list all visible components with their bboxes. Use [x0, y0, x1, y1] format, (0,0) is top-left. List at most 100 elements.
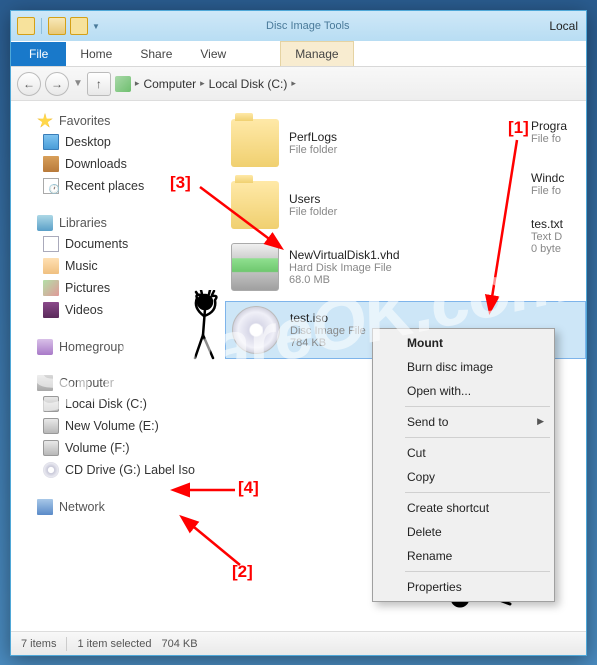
tab-manage[interactable]: Manage: [280, 41, 353, 66]
file-item-windows[interactable]: WindcFile fo: [531, 167, 567, 201]
forward-button[interactable]: →: [45, 72, 69, 96]
sidebar-item-videos[interactable]: Videos: [23, 299, 217, 321]
up-button[interactable]: ↑: [87, 72, 111, 96]
drive-icon: [43, 396, 59, 412]
folder-icon: [231, 119, 279, 167]
tab-view[interactable]: View: [186, 42, 240, 66]
sidebar-item-label: Desktop: [65, 135, 111, 149]
file-name: Users: [289, 192, 337, 206]
vhd-icon: [231, 243, 279, 291]
computer-icon: [37, 375, 53, 391]
ctx-create-shortcut[interactable]: Create shortcut: [375, 496, 552, 520]
tab-file[interactable]: File: [11, 42, 66, 66]
sidebar-item-label: Recent places: [65, 179, 144, 193]
separator: [405, 406, 550, 407]
sidebar-item-label: Documents: [65, 237, 128, 251]
ctx-cut[interactable]: Cut: [375, 441, 552, 465]
context-menu: Mount Burn disc image Open with... Send …: [372, 328, 555, 602]
sidebar-item-pictures[interactable]: Pictures: [23, 277, 217, 299]
history-dropdown-icon[interactable]: ▼: [73, 78, 83, 89]
desktop-icon: [43, 134, 59, 150]
sidebar-item-documents[interactable]: Documents: [23, 233, 217, 255]
file-name: PerfLogs: [289, 130, 337, 144]
ctx-mount[interactable]: Mount: [375, 331, 552, 355]
ctx-label: Send to: [407, 415, 448, 429]
file-name: Windc: [531, 171, 564, 185]
sidebar-item-downloads[interactable]: Downloads: [23, 153, 217, 175]
breadcrumb-localdisk[interactable]: Local Disk (C:): [209, 77, 288, 91]
chevron-right-icon[interactable]: ▸: [200, 78, 205, 89]
tab-share[interactable]: Share: [126, 42, 186, 66]
network-icon: [37, 499, 53, 515]
music-icon: [43, 258, 59, 274]
qat-newfolder-icon[interactable]: [70, 17, 88, 35]
ctx-burn-disc-image[interactable]: Burn disc image: [375, 355, 552, 379]
file-column-2: PrograFile fo WindcFile fo tes.txtText D…: [531, 115, 567, 265]
sidebar-item-localdisk-c[interactable]: Local Disk (C:): [23, 393, 217, 415]
back-button[interactable]: ←: [17, 72, 41, 96]
ctx-delete[interactable]: Delete: [375, 520, 552, 544]
ctx-open-with[interactable]: Open with...: [375, 379, 552, 403]
separator: [66, 637, 67, 651]
file-name: tes.txt: [531, 217, 563, 231]
nav-bar: ← → ▼ ↑ ▸ Computer ▸ Local Disk (C:) ▸: [11, 67, 586, 101]
breadcrumb-computer[interactable]: Computer: [143, 77, 196, 91]
sidebar-item-desktop[interactable]: Desktop: [23, 131, 217, 153]
ctx-copy[interactable]: Copy: [375, 465, 552, 489]
address-bar[interactable]: ▸ Computer ▸ Local Disk (C:) ▸: [115, 76, 580, 92]
sidebar-label: Favorites: [59, 114, 110, 128]
sidebar-item-volume-f[interactable]: Volume (F:): [23, 437, 217, 459]
status-bar: 7 items 1 item selected 704 KB: [11, 631, 586, 655]
window-title: Local: [549, 19, 578, 33]
file-type: Text D: [531, 231, 563, 243]
file-item-testxt[interactable]: tes.txtText D0 byte: [531, 213, 567, 259]
sidebar-favorites[interactable]: Favorites: [23, 111, 217, 131]
sidebar-item-label: Downloads: [65, 157, 127, 171]
status-item-count: 7 items: [21, 638, 56, 650]
navigation-pane: Favorites Desktop Downloads Recent place…: [11, 101, 221, 631]
file-name: test.iso: [290, 311, 366, 325]
separator: [41, 18, 42, 34]
title-bar: ▼ Disc Image Tools Local: [11, 11, 586, 41]
ctx-send-to[interactable]: Send to ▶: [375, 410, 552, 434]
status-selection: 1 item selected: [77, 638, 151, 650]
file-name: Progra: [531, 119, 567, 133]
sidebar-item-recent[interactable]: Recent places: [23, 175, 217, 197]
chevron-right-icon[interactable]: ▸: [291, 78, 296, 89]
contextual-tab-title: Disc Image Tools: [266, 20, 350, 32]
ctx-properties[interactable]: Properties: [375, 575, 552, 599]
recent-icon: [43, 178, 59, 194]
sidebar-computer[interactable]: Computer: [23, 373, 217, 393]
sidebar-item-label: Videos: [65, 303, 103, 317]
sidebar-item-label: Music: [65, 259, 98, 273]
sidebar-homegroup[interactable]: Homegroup: [23, 337, 217, 357]
pictures-icon: [43, 280, 59, 296]
sidebar-item-label: New Volume (E:): [65, 419, 159, 433]
chevron-right-icon: ▶: [537, 416, 544, 427]
sidebar-item-label: Pictures: [65, 281, 110, 295]
videos-icon: [43, 302, 59, 318]
file-type: Hard Disk Image File: [289, 262, 400, 274]
folder-icon: [231, 181, 279, 229]
separator: [405, 571, 550, 572]
sidebar-network[interactable]: Network: [23, 497, 217, 517]
file-type: File fo: [531, 185, 564, 197]
libraries-icon: [37, 215, 53, 231]
separator: [405, 437, 550, 438]
ctx-rename[interactable]: Rename: [375, 544, 552, 568]
iso-icon: [232, 306, 280, 354]
sidebar-item-music[interactable]: Music: [23, 255, 217, 277]
drive-icon: [43, 418, 59, 434]
sidebar-item-newvolume-e[interactable]: New Volume (E:): [23, 415, 217, 437]
tab-home[interactable]: Home: [66, 42, 126, 66]
chevron-right-icon[interactable]: ▸: [135, 78, 140, 89]
sidebar-item-label: CD Drive (G:) Label Iso: [65, 463, 195, 477]
sidebar-item-label: Volume (F:): [65, 441, 130, 455]
file-item-programfiles[interactable]: PrograFile fo: [531, 115, 567, 149]
qat-dropdown-icon[interactable]: ▼: [92, 22, 100, 31]
sidebar-item-cddrive-g[interactable]: CD Drive (G:) Label Iso: [23, 459, 217, 481]
file-type: File fo: [531, 133, 567, 145]
cd-icon: [43, 462, 59, 478]
sidebar-libraries[interactable]: Libraries: [23, 213, 217, 233]
qat-properties-icon[interactable]: [48, 17, 66, 35]
